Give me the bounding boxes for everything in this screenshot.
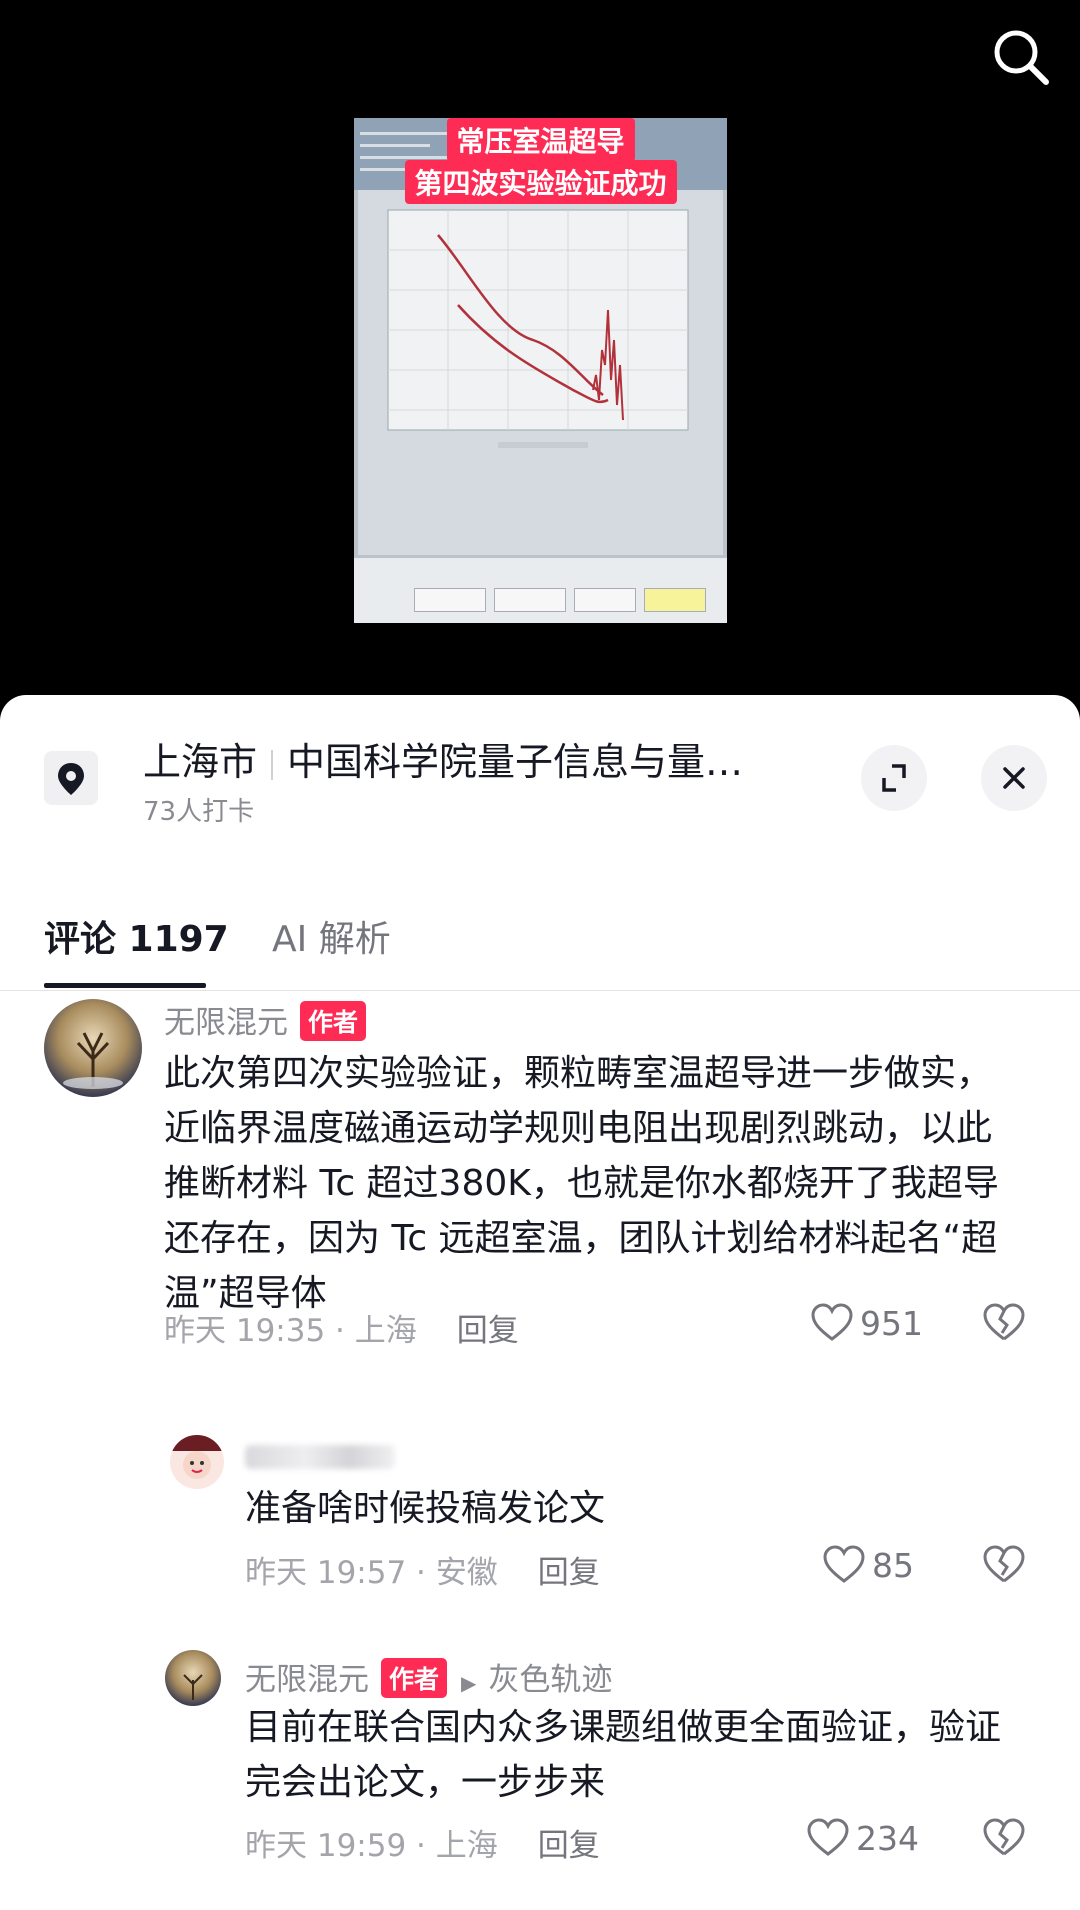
tab-comments[interactable]: 评论 1197 <box>44 910 229 962</box>
location-checkins: 73人打卡 <box>143 797 255 827</box>
avatar[interactable] <box>165 1650 221 1706</box>
comment-time: 昨天 19:59 · 上海 <box>245 1828 498 1864</box>
heart-icon <box>807 1818 849 1856</box>
search-icon[interactable] <box>990 26 1052 88</box>
reply-button[interactable]: 回复 <box>538 1555 600 1591</box>
close-button[interactable] <box>981 745 1047 811</box>
reply-item: 准备啥时候投稿发论文 昨天 19:57 · 安徽 回复 85 <box>0 1435 1080 1591</box>
comment-item: 无限混元 作者 此次第四次实验验证，颗粒畴室温超导进一步做实，近临界温度磁通运动学… <box>0 995 1080 1355</box>
video-frame: 常压室温超导 第四波实验验证成功 <box>354 118 727 623</box>
location-title[interactable]: 上海市 中国科学院量子信息与量… <box>143 731 743 786</box>
comment-meta: 昨天 19:57 · 安徽 回复 <box>245 1547 600 1592</box>
comment-text: 此次第四次实验验证，颗粒畴室温超导进一步做实，近临界温度磁通运动学规则电阻出现剧… <box>164 1053 999 1314</box>
broken-heart-icon <box>983 1545 1025 1583</box>
expand-button[interactable] <box>861 745 927 811</box>
dislike-button[interactable] <box>982 1303 1026 1347</box>
video-caption-line2: 第四波实验验证成功 <box>404 160 677 204</box>
avatar[interactable] <box>44 999 142 1097</box>
expand-icon <box>882 764 906 792</box>
monitor-chart <box>358 190 723 555</box>
location-city: 上海市 <box>143 740 258 784</box>
heart-icon <box>811 1303 853 1341</box>
like-button[interactable]: 234 <box>806 1818 919 1858</box>
reply-arrow-icon: ▶ <box>461 1671 477 1695</box>
dislike-button[interactable] <box>982 1545 1026 1589</box>
author-badge: 作者 <box>300 1001 367 1041</box>
tab-ai-analysis[interactable]: AI 解析 <box>272 910 391 962</box>
like-count: 951 <box>860 1304 923 1343</box>
monitor-statusbar <box>354 558 727 623</box>
comment-author[interactable]: 无限混元 作者 <box>164 997 367 1042</box>
comment-sheet: 上海市 中国科学院量子信息与量… 73人打卡 评论 1197 AI 解析 无限混元… <box>0 695 1080 1910</box>
heart-icon <box>823 1545 865 1583</box>
like-count: 85 <box>872 1546 914 1585</box>
reply-item: 无限混元 作者 ▶ 灰色轨迹 目前在联合国内众多课题组做更全面验证，验证完会出论文，一… <box>0 1650 1080 1864</box>
like-button[interactable]: 85 <box>822 1545 914 1585</box>
comment-text: 目前在联合国内众多课题组做更全面验证，验证完会出论文，一步步来 <box>245 1707 1002 1803</box>
reply-to-name[interactable]: 灰色轨迹 <box>488 1662 612 1698</box>
tab-active-indicator <box>44 983 206 988</box>
comment-author[interactable] <box>245 1445 395 1469</box>
broken-heart-icon <box>983 1303 1025 1341</box>
comment-author[interactable]: 无限混元 作者 ▶ 灰色轨迹 <box>245 1654 612 1699</box>
like-count: 234 <box>856 1819 919 1858</box>
comment-meta: 昨天 19:59 · 上海 回复 <box>245 1820 600 1865</box>
comment-text: 准备啥时候投稿发论文 <box>245 1488 606 1529</box>
author-badge: 作者 <box>381 1658 448 1698</box>
comment-meta: 昨天 19:35 · 上海 回复 <box>164 1305 519 1350</box>
location-place: 中国科学院量子信息与量… <box>287 740 744 784</box>
author-name: 无限混元 <box>245 1662 369 1698</box>
author-name: 无限混元 <box>164 1005 288 1041</box>
tab-bar: 评论 1197 AI 解析 <box>0 855 1080 991</box>
separator <box>271 749 274 780</box>
video-caption-line1: 常压室温超导 <box>446 118 635 162</box>
like-button[interactable]: 951 <box>810 1303 923 1343</box>
reply-button[interactable]: 回复 <box>538 1828 600 1864</box>
comment-time: 昨天 19:35 · 上海 <box>164 1313 417 1349</box>
reply-button[interactable]: 回复 <box>457 1313 519 1349</box>
video-player[interactable]: 常压室温超导 第四波实验验证成功 <box>0 0 1080 700</box>
comment-time: 昨天 19:57 · 安徽 <box>245 1555 498 1591</box>
avatar[interactable] <box>170 1435 224 1489</box>
location-pin-icon[interactable] <box>44 751 98 805</box>
broken-heart-icon <box>983 1818 1025 1856</box>
close-icon <box>1003 767 1025 789</box>
dislike-button[interactable] <box>982 1818 1026 1862</box>
